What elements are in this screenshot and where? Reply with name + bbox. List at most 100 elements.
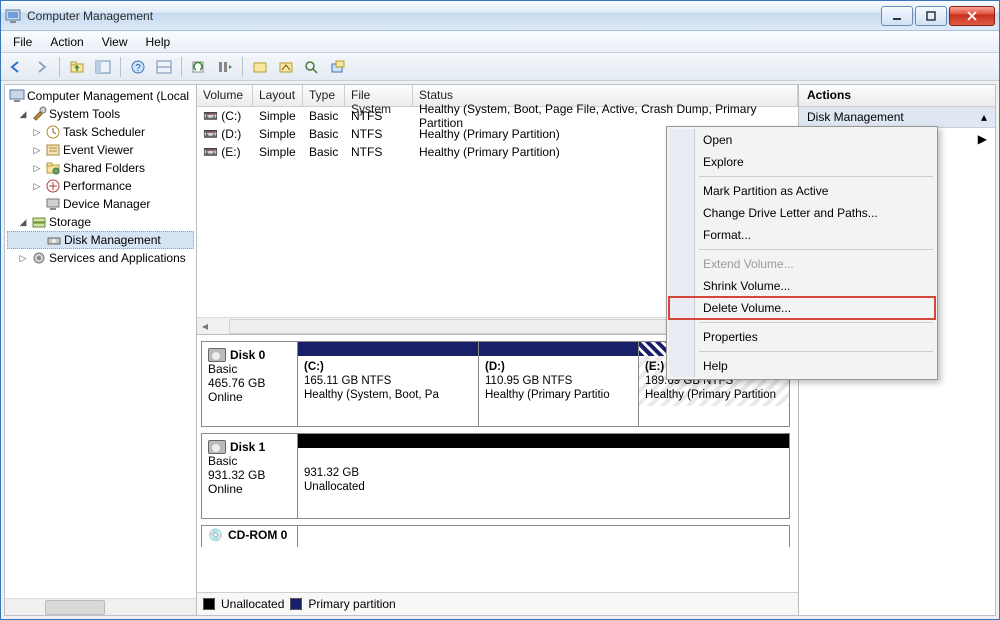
cm-shrink[interactable]: Shrink Volume... <box>669 275 935 297</box>
drive-icon: 📼 <box>203 145 218 159</box>
menu-separator <box>699 176 933 177</box>
collapse-icon: ▴ <box>981 110 987 124</box>
maximize-button[interactable] <box>915 6 947 26</box>
tree-label: Task Scheduler <box>63 125 145 139</box>
tool-icon-4[interactable] <box>327 56 349 78</box>
cm-help[interactable]: Help <box>669 355 935 377</box>
arrow-right-icon: ▶ <box>978 132 987 146</box>
tree-task-scheduler[interactable]: ▷ Task Scheduler <box>7 123 194 141</box>
menubar: File Action View Help <box>1 31 999 53</box>
tree-system-tools[interactable]: ◢ System Tools <box>7 105 194 123</box>
disk-row-cdrom: 💿CD-ROM 0 <box>201 525 790 547</box>
col-type[interactable]: Type <box>303 85 345 106</box>
toolbar-separator <box>120 57 121 77</box>
volume-row[interactable]: 📼 (C:) Simple Basic NTFS Healthy (System… <box>197 107 798 125</box>
tool-icon-3[interactable] <box>301 56 323 78</box>
collapse-icon[interactable]: ◢ <box>17 109 29 120</box>
shared-folder-icon <box>45 160 61 176</box>
cm-explore[interactable]: Explore <box>669 151 935 173</box>
forward-button[interactable] <box>31 56 53 78</box>
tree-services-apps[interactable]: ▷ Services and Applications <box>7 249 194 267</box>
performance-icon <box>45 178 61 194</box>
rescan-button[interactable] <box>214 56 236 78</box>
cd-icon: 💿 <box>208 528 224 542</box>
window: Computer Management File Action View Hel… <box>0 0 1000 620</box>
up-button[interactable] <box>66 56 88 78</box>
partition[interactable]: (C:) 165.11 GB NTFS Healthy (System, Boo… <box>298 342 478 426</box>
window-title: Computer Management <box>27 9 879 23</box>
menu-action[interactable]: Action <box>42 33 91 51</box>
back-button[interactable] <box>5 56 27 78</box>
minimize-button[interactable] <box>881 6 913 26</box>
disk-icon <box>208 440 226 454</box>
partition[interactable]: (D:) 110.95 GB NTFS Healthy (Primary Par… <box>478 342 638 426</box>
close-button[interactable] <box>949 6 995 26</box>
tree-performance[interactable]: ▷ Performance <box>7 177 194 195</box>
tree-label: Performance <box>63 179 132 193</box>
tree-label: Storage <box>49 215 91 229</box>
legend-label: Unallocated <box>221 597 284 611</box>
clock-icon <box>45 124 61 140</box>
tree-pane: Computer Management (Local ◢ System Tool… <box>5 85 197 615</box>
col-volume[interactable]: Volume <box>197 85 253 106</box>
refresh-button[interactable] <box>188 56 210 78</box>
col-filesystem[interactable]: File System <box>345 85 413 106</box>
view-options-button[interactable] <box>153 56 175 78</box>
cdrom-label[interactable]: 💿CD-ROM 0 <box>202 526 298 547</box>
tree-label: Event Viewer <box>63 143 133 157</box>
toolbar-separator <box>59 57 60 77</box>
partition-unallocated[interactable]: 931.32 GB Unallocated <box>298 434 789 518</box>
tree-event-viewer[interactable]: ▷ Event Viewer <box>7 141 194 159</box>
disk-icon <box>208 348 226 362</box>
toolbar-separator <box>181 57 182 77</box>
cm-open[interactable]: Open <box>669 129 935 151</box>
tree-label: Device Manager <box>63 197 150 211</box>
context-menu: Open Explore Mark Partition as Active Ch… <box>666 126 938 380</box>
drive-icon: 📼 <box>203 109 218 123</box>
cm-properties[interactable]: Properties <box>669 326 935 348</box>
col-layout[interactable]: Layout <box>253 85 303 106</box>
show-hide-tree-button[interactable] <box>92 56 114 78</box>
tree-storage[interactable]: ◢ Storage <box>7 213 194 231</box>
help-button[interactable]: ? <box>127 56 149 78</box>
expand-icon[interactable]: ▷ <box>31 145 43 156</box>
toolbar: ? <box>1 53 999 81</box>
actions-header: Actions <box>799 85 995 107</box>
tree-device-manager[interactable]: Device Manager <box>7 195 194 213</box>
legend: Unallocated Primary partition <box>197 592 798 615</box>
tool-icon-2[interactable] <box>275 56 297 78</box>
menu-help[interactable]: Help <box>138 33 179 51</box>
cm-format[interactable]: Format... <box>669 224 935 246</box>
actions-section[interactable]: Disk Management ▴ <box>799 107 995 128</box>
drive-icon: 📼 <box>203 127 218 141</box>
disk-label[interactable]: Disk 0 Basic 465.76 GB Online <box>202 342 298 426</box>
tree-label: System Tools <box>49 107 120 121</box>
disk-row: Disk 1 Basic 931.32 GB Online 931.32 GB … <box>201 433 790 519</box>
tree-root[interactable]: Computer Management (Local <box>7 87 194 105</box>
app-icon <box>5 8 21 24</box>
disk-mgmt-icon <box>46 232 62 248</box>
tree-hscrollbar[interactable] <box>5 598 196 615</box>
toolbar-separator <box>242 57 243 77</box>
collapse-icon[interactable]: ◢ <box>17 217 29 228</box>
expand-icon[interactable]: ▷ <box>31 127 43 138</box>
tool-icon-1[interactable] <box>249 56 271 78</box>
expand-icon[interactable]: ▷ <box>17 253 29 264</box>
menu-separator <box>699 351 933 352</box>
menu-file[interactable]: File <box>5 33 40 51</box>
tree-label: Shared Folders <box>63 161 145 175</box>
disk-label[interactable]: Disk 1 Basic 931.32 GB Online <box>202 434 298 518</box>
cm-mark-active[interactable]: Mark Partition as Active <box>669 180 935 202</box>
svg-text:?: ? <box>135 63 141 74</box>
services-icon <box>31 250 47 266</box>
menu-view[interactable]: View <box>94 33 136 51</box>
cm-change-letter[interactable]: Change Drive Letter and Paths... <box>669 202 935 224</box>
expand-icon[interactable]: ▷ <box>31 181 43 192</box>
tree-disk-management[interactable]: Disk Management <box>7 231 194 249</box>
tree-label: Services and Applications <box>49 251 186 265</box>
tree-shared-folders[interactable]: ▷ Shared Folders <box>7 159 194 177</box>
expand-icon[interactable]: ▷ <box>31 163 43 174</box>
cm-delete[interactable]: Delete Volume... <box>669 297 935 319</box>
device-icon <box>45 196 61 212</box>
menu-separator <box>699 249 933 250</box>
